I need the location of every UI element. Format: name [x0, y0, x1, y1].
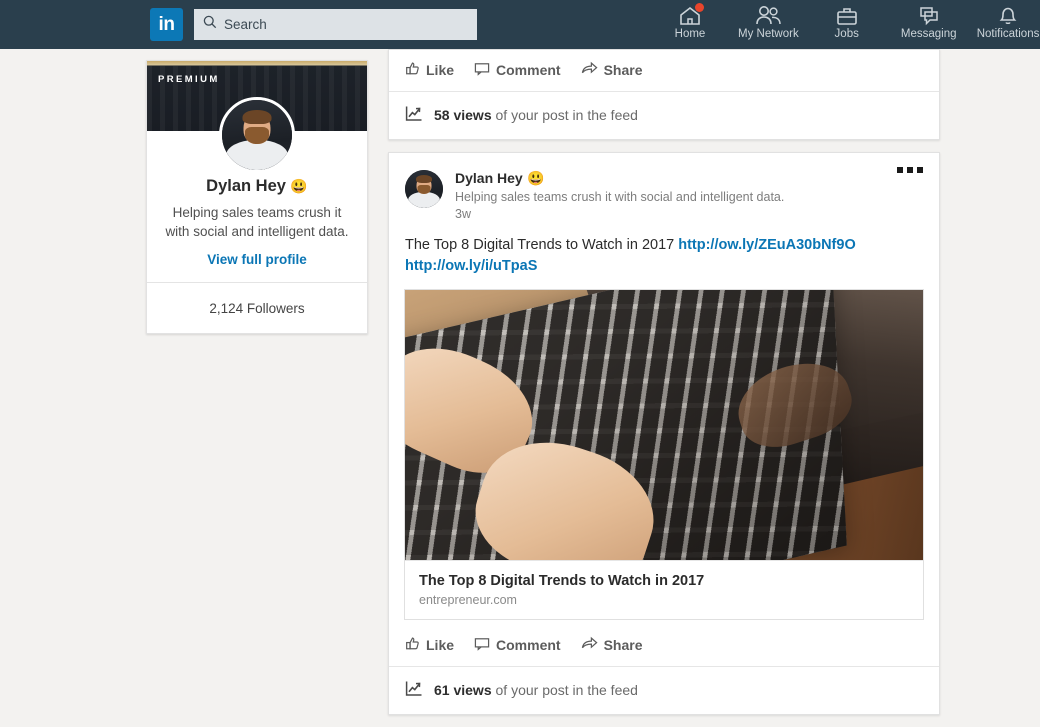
- home-notification-badge: [695, 3, 704, 12]
- post-author-name-row: Dylan Hey 😃: [455, 170, 784, 188]
- profile-headline: Helping sales teams crush it with social…: [165, 205, 349, 240]
- avatar-beard: [245, 127, 269, 144]
- nav-item-messaging[interactable]: Messaging: [899, 0, 959, 40]
- avatar-body: [408, 192, 440, 208]
- share-icon: [581, 61, 598, 79]
- message-icon: [917, 5, 941, 26]
- premium-badge: PREMIUM: [158, 74, 220, 85]
- smiley-emoji-icon: 😃: [527, 170, 545, 186]
- feed-post-top-partial: Like Comment Share 58 views of your post…: [388, 49, 940, 140]
- post-author-details: Dylan Hey 😃 Helping sales teams crush it…: [455, 170, 784, 221]
- nav-label-my-network: My Network: [738, 28, 799, 40]
- more-options-icon[interactable]: [897, 167, 923, 173]
- article-title[interactable]: The Top 8 Digital Trends to Watch in 201…: [419, 573, 909, 589]
- avatar-beard: [417, 185, 431, 194]
- thumbs-up-icon: [405, 636, 420, 654]
- avatar-hair: [242, 110, 272, 124]
- views-suffix: of your post in the feed: [491, 682, 638, 699]
- dot: [907, 167, 913, 173]
- profile-card: PREMIUM Dylan Hey 😃 Helping sales teams …: [146, 60, 368, 335]
- search-box[interactable]: Search: [194, 9, 477, 40]
- post-views-row[interactable]: 61 views of your post in the feed: [389, 666, 939, 714]
- linkedin-logo[interactable]: in: [150, 8, 183, 41]
- comment-icon: [474, 636, 490, 654]
- views-count: 58 views: [434, 107, 492, 123]
- nav-label-home: Home: [674, 28, 706, 40]
- dot: [917, 167, 923, 173]
- nav-item-notifications[interactable]: Notifications: [976, 0, 1040, 40]
- analytics-icon: [405, 680, 423, 700]
- share-button[interactable]: Share: [581, 61, 643, 79]
- search-icon: [203, 15, 217, 34]
- views-suffix: of your post in the feed: [491, 107, 638, 123]
- profile-avatar[interactable]: [219, 97, 295, 173]
- comment-label: Comment: [496, 637, 561, 654]
- analytics-icon: [405, 105, 423, 125]
- smiley-emoji-icon: 😃: [290, 178, 308, 194]
- share-button[interactable]: Share: [581, 636, 643, 654]
- post-author-avatar[interactable]: [405, 170, 443, 208]
- post-author-headline: Helping sales teams crush it with social…: [455, 190, 785, 204]
- post-timestamp: 3w: [455, 207, 471, 221]
- thumbs-up-icon: [405, 61, 420, 79]
- comment-button[interactable]: Comment: [474, 61, 561, 79]
- article-preview-card[interactable]: The Top 8 Digital Trends to Watch in 201…: [404, 289, 924, 621]
- logo-text: in: [158, 13, 175, 35]
- share-icon: [581, 636, 598, 654]
- views-text: 58 views of your post in the feed: [434, 107, 638, 123]
- article-image: [405, 290, 923, 561]
- search-input-placeholder[interactable]: Search: [224, 17, 267, 32]
- like-label: Like: [426, 637, 455, 654]
- feed-column: Like Comment Share 58 views of your post…: [388, 0, 940, 727]
- nav-item-jobs[interactable]: Jobs: [817, 0, 877, 40]
- nav-items-group: Home My Network Jobs Messaging Notificat…: [660, 0, 1039, 49]
- like-button[interactable]: Like: [405, 61, 454, 79]
- article-meta: The Top 8 Digital Trends to Watch in 201…: [405, 561, 923, 620]
- post-text-content: The Top 8 Digital Trends to Watch in 201…: [405, 237, 679, 253]
- post-link-2[interactable]: http://ow.ly/i/uTpaS: [405, 258, 537, 274]
- top-navigation-bar: in Search Home My Network Jobs Messaging…: [0, 0, 1040, 49]
- profile-name-row: Dylan Hey 😃: [161, 177, 353, 196]
- post-action-bar: Like Comment Share: [389, 50, 939, 91]
- post-header: Dylan Hey 😃 Helping sales teams crush it…: [389, 153, 939, 221]
- avatar-body: [226, 140, 288, 170]
- post-views-row[interactable]: 58 views of your post in the feed: [389, 91, 939, 139]
- bell-icon: [997, 5, 1019, 26]
- views-text: 61 views of your post in the feed: [434, 682, 638, 698]
- article-source: entrepreneur.com: [419, 593, 517, 608]
- views-count: 61 views: [434, 682, 492, 699]
- share-label: Share: [603, 637, 643, 654]
- view-full-profile-link[interactable]: View full profile: [161, 252, 353, 282]
- nav-label-messaging: Messaging: [900, 28, 957, 40]
- share-label: Share: [603, 62, 643, 78]
- comment-button[interactable]: Comment: [474, 636, 561, 654]
- nav-item-my-network[interactable]: My Network: [738, 0, 799, 40]
- profile-name: Dylan Hey: [206, 177, 286, 195]
- post-action-bar: Like Comment Share: [389, 625, 939, 666]
- comment-icon: [474, 61, 490, 79]
- post-link-1[interactable]: http://ow.ly/ZEuA30bNf9O: [678, 237, 856, 253]
- nav-label-jobs: Jobs: [834, 28, 859, 40]
- people-icon: [755, 5, 782, 26]
- followers-count: 2,124 Followers: [209, 301, 305, 317]
- briefcase-icon: [835, 5, 859, 26]
- post-body-text: The Top 8 Digital Trends to Watch in 201…: [389, 221, 939, 276]
- comment-label: Comment: [496, 62, 561, 78]
- like-label: Like: [426, 62, 455, 78]
- avatar-hair: [416, 175, 432, 183]
- feed-post: Dylan Hey 😃 Helping sales teams crush it…: [388, 152, 940, 716]
- dot: [897, 167, 903, 173]
- like-button[interactable]: Like: [405, 636, 454, 654]
- post-author-name[interactable]: Dylan Hey: [455, 170, 523, 186]
- nav-item-home[interactable]: Home: [660, 0, 720, 40]
- nav-label-notifications: Notifications: [976, 28, 1040, 40]
